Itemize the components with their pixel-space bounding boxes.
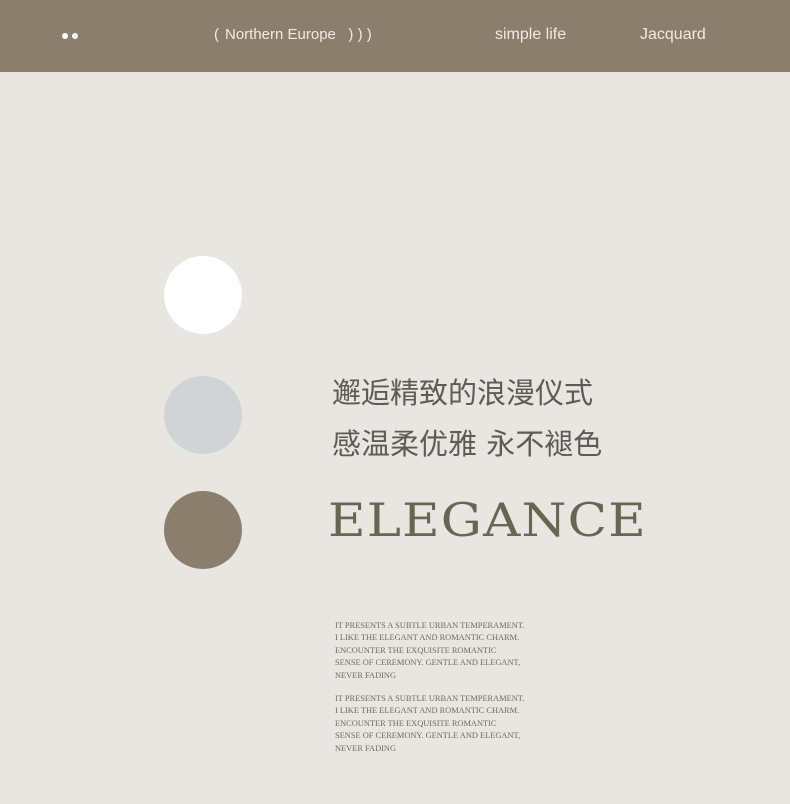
- nav-jacquard: Jacquard: [640, 26, 706, 43]
- dot: [62, 33, 68, 39]
- nav-northern-europe: (Northern Europe ) ) ): [214, 24, 372, 46]
- paragraph-line: IT PRESENTS A SUBTLE URBAN TEMPERAMENT.: [335, 621, 525, 630]
- paragraph-line: I LIKE THE ELEGANT AND ROMANTIC CHARM.: [335, 633, 520, 643]
- paragraph-line: NEVER FADING: [335, 670, 397, 680]
- top-banner: (Northern Europe ) ) ) simple life Jacqu…: [0, 0, 790, 72]
- open-paren: (: [214, 26, 225, 43]
- region-label: Northern Europe: [225, 26, 336, 43]
- dots-icon: [62, 33, 78, 39]
- swatch-white: [164, 256, 242, 334]
- paragraph-line: NEVER FADING: [335, 743, 397, 753]
- nav-simple-life: simple life: [495, 26, 567, 43]
- paragraph-2: IT PRESENTS A SUBTLE URBAN TEMPERAMENT. …: [335, 693, 524, 755]
- paragraph-line: ENCOUNTER THE EXQUISITE ROMANTIC: [335, 645, 497, 655]
- paragraph-line: ENCOUNTER THE EXQUISITE ROMANTIC: [335, 718, 497, 728]
- paragraph-1: IT PRESENTS A SUBTLE URBAN TEMPERAMENT. …: [335, 620, 524, 682]
- paragraph-line: I LIKE THE ELEGANT AND ROMANTIC CHARM.: [335, 706, 520, 716]
- paragraph-line: IT PRESENTS A SUBTLE URBAN TEMPERAMENT.: [335, 694, 525, 703]
- dot: [72, 33, 78, 39]
- paragraph-line: SENSE OF CEREMONY. GENTLE AND ELEGANT,: [335, 658, 521, 668]
- swatch-light-gray: [164, 376, 242, 454]
- elegance-title: ELEGANCE: [328, 493, 647, 547]
- close-parens: ) ) ): [348, 26, 372, 43]
- headline-line-2: 感温柔优雅 永不褪色: [332, 427, 603, 461]
- paragraph-line: SENSE OF CEREMONY. GENTLE AND ELEGANT,: [335, 731, 521, 741]
- swatch-taupe: [164, 491, 242, 569]
- headline-line-1: 邂逅精致的浪漫仪式: [332, 376, 594, 410]
